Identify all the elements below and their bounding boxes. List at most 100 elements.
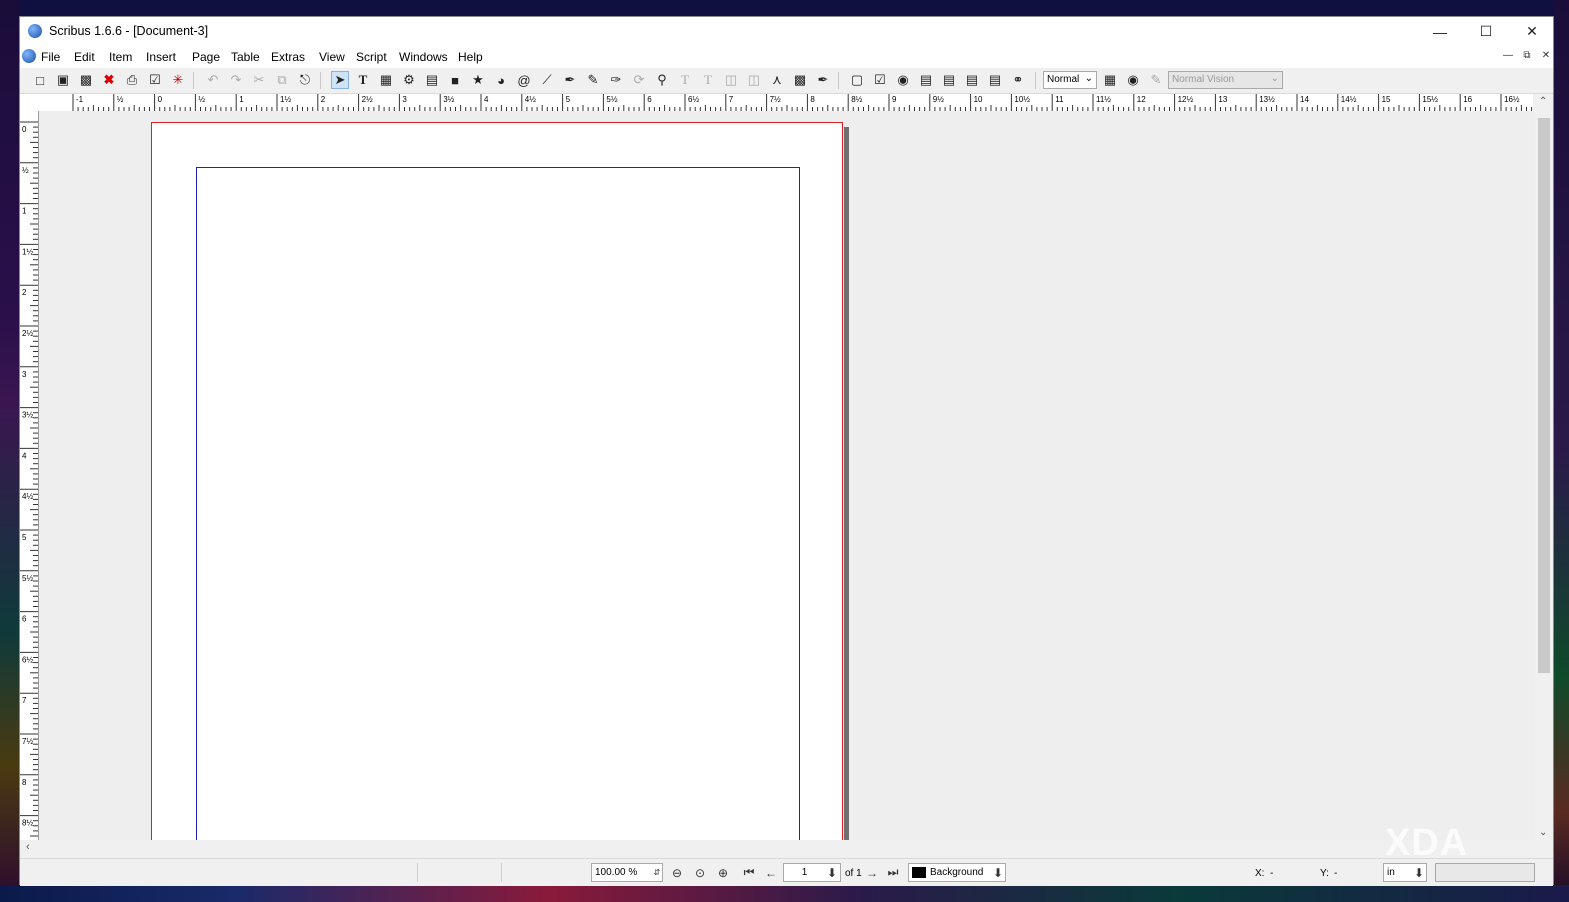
- zoom-spinner-icon[interactable]: ⇵: [648, 863, 666, 882]
- zoom-in-icon[interactable]: ⊕: [714, 863, 732, 882]
- zoom-out-icon[interactable]: ⊖: [668, 863, 686, 882]
- previous-page-icon[interactable]: ←: [762, 863, 780, 882]
- vision-mode-select[interactable]: Normal Vision ⌄: [1168, 71, 1283, 89]
- render-frame-icon[interactable]: ⚙: [400, 71, 418, 89]
- pdf-radio-button-icon[interactable]: ◉: [894, 71, 912, 89]
- edit-contents-icon[interactable]: T: [676, 71, 694, 89]
- ruler-label: -1: [76, 95, 84, 104]
- ruler-label: 1½: [22, 247, 33, 256]
- page-number-value: 1: [801, 867, 808, 878]
- ruler-label: 3½: [443, 95, 454, 104]
- spiral-icon[interactable]: @: [515, 71, 533, 89]
- edit-in-preview-icon[interactable]: ✎: [1147, 71, 1165, 89]
- pdf-push-button-icon[interactable]: ▢: [848, 71, 866, 89]
- zoom-icon[interactable]: ⚲: [653, 71, 671, 89]
- first-page-icon[interactable]: ⏮: [740, 863, 758, 882]
- select-pointer-icon[interactable]: ➤: [331, 71, 349, 89]
- table-icon[interactable]: ▤: [423, 71, 441, 89]
- progress-field: [1435, 863, 1535, 882]
- pdf-checkbox-icon[interactable]: ☑: [871, 71, 889, 89]
- unit-select-arrow-icon[interactable]: ⬇: [1410, 863, 1428, 882]
- edit-text-icon[interactable]: T: [699, 71, 717, 89]
- scroll-down-icon[interactable]: ⌄: [1539, 827, 1547, 838]
- vertical-scroll-thumb[interactable]: [1538, 118, 1550, 673]
- new-document-icon[interactable]: □: [31, 71, 49, 89]
- ruler-corner[interactable]: [20, 94, 31, 111]
- page-select-arrow-icon[interactable]: ⬇: [823, 863, 841, 882]
- shape-icon[interactable]: ■: [446, 71, 464, 89]
- last-page-icon[interactable]: ⏭: [884, 863, 902, 882]
- vertical-ruler[interactable]: 0 ½ 1 1½ 2 2½ 3 3½ 4 4½ 5 5½ 6 6½ 7 7½ 8 8½: [20, 111, 39, 840]
- print-icon[interactable]: ⎙: [123, 71, 141, 89]
- freehand-line-icon[interactable]: ✎: [584, 71, 602, 89]
- document-system-menu-icon[interactable]: [22, 49, 36, 63]
- ruler-label: 11½: [1096, 95, 1111, 104]
- copy-properties-icon[interactable]: ▩: [791, 71, 809, 89]
- document-page[interactable]: [151, 122, 843, 840]
- horizontal-scrollbar[interactable]: ‹: [20, 840, 1535, 857]
- menu-view[interactable]: View: [319, 50, 345, 64]
- link-annotation-icon[interactable]: ⚭: [1009, 71, 1027, 89]
- menu-insert[interactable]: Insert: [146, 50, 176, 64]
- menu-table[interactable]: Table: [231, 50, 260, 64]
- layer-select-arrow-icon[interactable]: ⬇: [989, 863, 1007, 882]
- image-frame-icon[interactable]: ▦: [377, 71, 395, 89]
- xda-watermark: XDA: [1385, 822, 1469, 864]
- close-document-icon[interactable]: ✖: [100, 71, 118, 89]
- text-frame-icon[interactable]: T: [354, 71, 372, 89]
- menu-edit[interactable]: Edit: [74, 50, 95, 64]
- document-restore-button[interactable]: ⧉: [1520, 50, 1534, 61]
- measurements-icon[interactable]: ⋏: [768, 71, 786, 89]
- menu-file[interactable]: File: [41, 50, 60, 64]
- save-icon[interactable]: ▩: [77, 71, 95, 89]
- unlink-text-frames-icon[interactable]: ◫: [745, 71, 763, 89]
- redo-icon[interactable]: ↷: [227, 71, 245, 89]
- menu-extras[interactable]: Extras: [271, 50, 305, 64]
- paste-icon[interactable]: ⎋: [296, 71, 314, 89]
- menu-help[interactable]: Help: [458, 50, 483, 64]
- pdf-list-box-icon[interactable]: ▤: [963, 71, 981, 89]
- close-button[interactable]: ✕: [1509, 17, 1555, 46]
- pdf-text-field-icon[interactable]: ▤: [917, 71, 935, 89]
- menu-windows[interactable]: Windows: [399, 50, 448, 64]
- link-text-frames-icon[interactable]: ◫: [722, 71, 740, 89]
- copy-icon[interactable]: ⧉: [273, 71, 291, 89]
- open-folder-icon[interactable]: ▣: [54, 71, 72, 89]
- export-pdf-icon[interactable]: ✳: [169, 71, 187, 89]
- eyedropper-icon[interactable]: ✒: [814, 71, 832, 89]
- vertical-scrollbar[interactable]: ⌃ ⌄: [1535, 94, 1553, 840]
- menu-script[interactable]: Script: [356, 50, 387, 64]
- undo-icon[interactable]: ↶: [204, 71, 222, 89]
- preflight-check-icon[interactable]: ☑: [146, 71, 164, 89]
- document-minimize-button[interactable]: —: [1501, 50, 1515, 61]
- minimize-button[interactable]: —: [1417, 17, 1463, 46]
- rotate-icon[interactable]: ⟳: [630, 71, 648, 89]
- horizontal-ruler[interactable]: -1 ½ 0 ½ 1 1½ 2 2½ 3 3½ 4 4½ 5 5½ 6 6½ 7 7½ 8 8½ 9 9½ 10 10½ 11 1…: [31, 94, 1533, 112]
- pdf-combo-box-icon[interactable]: ▤: [940, 71, 958, 89]
- unit-value: in: [1387, 867, 1395, 878]
- y-coordinate-value: -: [1334, 868, 1338, 879]
- scroll-left-icon[interactable]: ‹: [26, 841, 30, 853]
- preview-mode-select[interactable]: Normal ⌄: [1043, 71, 1097, 89]
- maximize-button[interactable]: ☐: [1463, 17, 1509, 46]
- cut-icon[interactable]: ✂: [250, 71, 268, 89]
- line-icon[interactable]: ⟋: [538, 71, 556, 89]
- next-page-icon[interactable]: →: [863, 863, 881, 882]
- preview-eye-icon[interactable]: ◉: [1124, 71, 1142, 89]
- color-management-icon[interactable]: ▦: [1101, 71, 1119, 89]
- text-annotation-icon[interactable]: ▤: [986, 71, 1004, 89]
- polygon-star-icon[interactable]: ★: [469, 71, 487, 89]
- arc-icon[interactable]: ◕: [492, 71, 510, 89]
- document-close-button[interactable]: ✕: [1539, 50, 1553, 61]
- document-canvas[interactable]: [39, 111, 1535, 840]
- desktop-background-bottom: [0, 885, 1569, 902]
- ruler-label: 1: [22, 207, 27, 216]
- menu-page[interactable]: Page: [192, 50, 220, 64]
- ruler-label: 9: [892, 95, 897, 104]
- bezier-pen-icon[interactable]: ✒: [561, 71, 579, 89]
- ruler-label: 8½: [22, 819, 33, 828]
- scroll-up-icon[interactable]: ⌃: [1539, 96, 1547, 107]
- zoom-to-100-icon[interactable]: ⊙: [691, 863, 709, 882]
- calligraphic-line-icon[interactable]: ✑: [607, 71, 625, 89]
- menu-item[interactable]: Item: [109, 50, 132, 64]
